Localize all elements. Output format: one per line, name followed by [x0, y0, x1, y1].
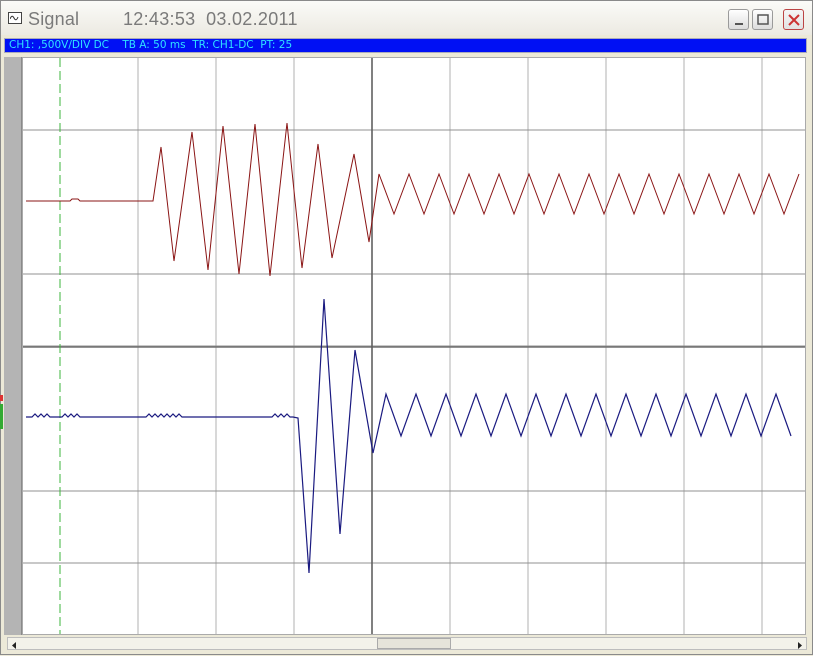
- channel-status-bar: CH1: ,500V/DIV DC TB A: 50 ms TR: CH1-DC…: [4, 38, 807, 53]
- scrollbar-thumb[interactable]: [377, 638, 451, 649]
- close-button[interactable]: [783, 9, 804, 30]
- scope-plot: [23, 58, 805, 634]
- title-bar[interactable]: Signal 12:43:53 03.02.2011: [1, 1, 812, 35]
- channel-settings-text: CH1: ,500V/DIV DC TB A: 50 ms TR: CH1-DC…: [9, 39, 293, 51]
- horizontal-scrollbar[interactable]: [7, 637, 807, 650]
- channel1-trace: [26, 122, 800, 277]
- left-edge-marker-red: [0, 395, 3, 401]
- minimize-button[interactable]: [728, 9, 749, 30]
- maximize-button[interactable]: [752, 9, 773, 30]
- scroll-left-button[interactable]: [8, 638, 21, 649]
- close-icon: [788, 14, 800, 26]
- left-ruler: [4, 57, 22, 635]
- oscilloscope-app-icon: [8, 12, 22, 24]
- window-timestamp: 12:43:53 03.02.2011: [123, 9, 298, 29]
- maximize-icon: [757, 14, 769, 25]
- left-edge-marker-green: [0, 404, 3, 429]
- minimize-icon: [735, 23, 743, 25]
- channel2-trace: [26, 298, 792, 574]
- scroll-right-icon: [798, 642, 802, 649]
- scroll-left-icon: [12, 642, 16, 649]
- grid: [23, 58, 805, 634]
- window-title: Signal: [28, 9, 80, 29]
- signal-window: Signal 12:43:53 03.02.2011 CH1: ,500V/DI…: [0, 0, 813, 655]
- waveform-display[interactable]: [22, 57, 806, 635]
- scroll-right-button[interactable]: [793, 638, 806, 649]
